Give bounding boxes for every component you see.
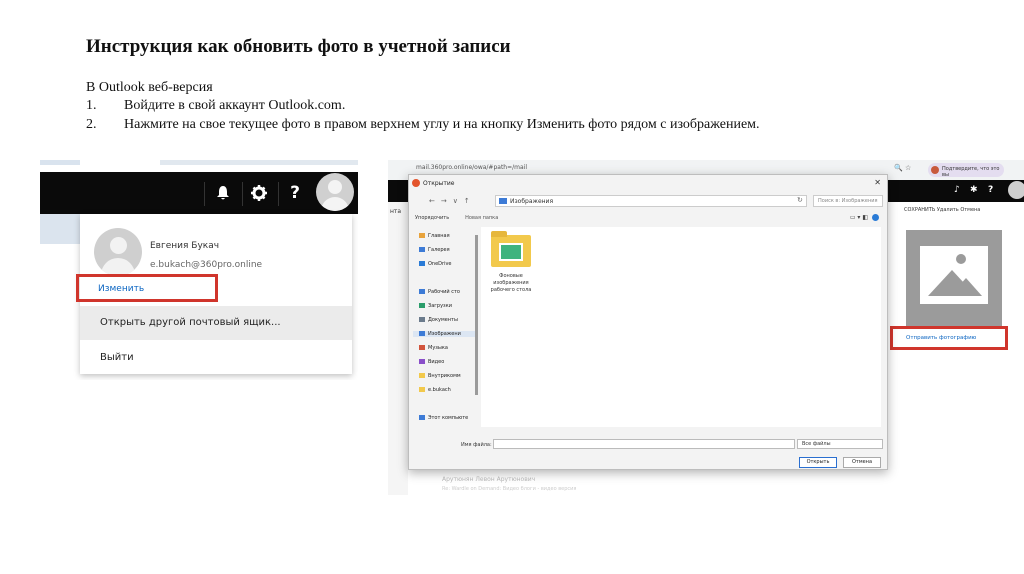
nav-item-home[interactable]: Главная [419, 233, 450, 239]
video-icon [419, 359, 425, 364]
outlook-menu-screenshot: ? Евгения Букач e.bukach@360pro.online И… [40, 160, 358, 380]
profile-icon [931, 166, 939, 174]
open-mailbox-item[interactable]: Открыть другой почтовый ящик... [80, 306, 352, 340]
outlook-topbar: ? [40, 172, 358, 214]
verify-badge[interactable]: Подтвердите, что это вы [928, 163, 1004, 178]
file-name-input[interactable] [493, 439, 795, 449]
open-file-dialog: Открытие ✕ ←→∨↑ Изображения ↻ Поиск в: И… [408, 174, 888, 470]
file-type-select[interactable]: Все файлы [797, 439, 883, 449]
desktop-icon [419, 289, 425, 294]
mountain-shape [950, 278, 982, 296]
step-number: 2. [86, 117, 97, 132]
new-folder-button[interactable]: Новая папка [465, 215, 498, 221]
home-icon [419, 233, 425, 238]
nav-item-this-pc[interactable]: Этот компьюте [419, 415, 468, 421]
step-2: 2. Нажмите на свое текущее фото в правом … [86, 117, 760, 133]
nav-item-music[interactable]: Музыка [419, 345, 448, 351]
folder-icon [499, 198, 507, 204]
help-icon[interactable]: ? [988, 185, 993, 195]
folder-thumbnail[interactable] [491, 231, 531, 267]
document-icon [419, 317, 425, 322]
view-options[interactable]: ▭ ▾ ◧ [850, 214, 879, 221]
address-bar[interactable]: mail.360pro.online/owa/#path=/mail [416, 164, 527, 171]
music-icon [419, 345, 425, 350]
gear-icon[interactable] [244, 178, 274, 208]
menu-item-label: Открыть другой почтовый ящик... [100, 317, 281, 328]
change-photo-link[interactable]: Изменить [98, 284, 144, 294]
open-button[interactable]: Открыть [799, 457, 837, 468]
folder-icon [419, 373, 425, 378]
user-email: e.bukach@360pro.online [150, 260, 263, 270]
help-icon[interactable] [872, 214, 879, 221]
edge-text: нта [390, 208, 402, 215]
send-photo-link[interactable]: Отправить фотографию [906, 335, 976, 341]
image-icon [419, 331, 425, 336]
background-message: Арутюнян Левон Арутюнович [442, 476, 536, 483]
bell-icon[interactable]: ♪ [954, 185, 960, 195]
image-icon [920, 246, 988, 304]
folder-icon [419, 387, 425, 392]
step-text: Войдите в свой аккаунт Outlook.com. [124, 98, 346, 113]
nav-item-folder[interactable]: Внутрикомм [419, 373, 461, 379]
refresh-icon[interactable]: ↻ [797, 196, 803, 204]
file-dialog-screenshot: mail.360pro.online/owa/#path=/mail 🔍 ☆ П… [388, 160, 1024, 495]
cancel-button[interactable]: Отмена [843, 457, 881, 468]
nav-item-pictures[interactable]: Изображени [413, 331, 477, 337]
photo-toolbar[interactable]: СОХРАНИТЬ Удалить Отмена [904, 207, 980, 213]
nav-arrows[interactable]: ←→∨↑ [429, 197, 476, 205]
path-label: Изображения [510, 198, 554, 205]
background-strip [40, 214, 80, 244]
light-strip [40, 160, 80, 165]
download-icon [419, 303, 425, 308]
folder-label: Фоновые изображения рабочего стола [490, 273, 532, 293]
divider [204, 182, 205, 206]
nav-item-video[interactable]: Видео [419, 359, 444, 365]
scrollbar[interactable] [475, 235, 478, 395]
file-list: Фоновые изображения рабочего стола [481, 227, 881, 427]
nav-item-downloads[interactable]: Загрузки [419, 303, 452, 309]
close-icon[interactable]: ✕ [874, 178, 881, 187]
dialog-title: Открытие [423, 180, 455, 187]
image-icon [499, 243, 523, 261]
divider [242, 182, 243, 206]
photo-placeholder [906, 230, 1002, 326]
search-input[interactable]: Поиск в: Изображения [813, 195, 883, 207]
verify-text: Подтвердите, что это вы [942, 166, 1000, 178]
light-strip [160, 160, 358, 165]
command-bar: Упорядочить Новая папка [415, 215, 498, 221]
path-bar[interactable]: Изображения [495, 195, 807, 207]
nav-item-gallery[interactable]: Галерея [419, 247, 450, 253]
step-number: 1. [86, 98, 97, 113]
nav-item-documents[interactable]: Документы [419, 317, 458, 323]
slide-title: Инструкция как обновить фото в учетной з… [86, 36, 511, 57]
chrome-icon [412, 179, 420, 187]
nav-item-desktop[interactable]: Рабочий сто [419, 289, 460, 295]
gear-icon[interactable]: ✱ [970, 185, 978, 195]
gallery-icon [419, 247, 425, 252]
step-text: Нажмите на свое текущее фото в правом ве… [124, 117, 760, 132]
navigation-pane: Главная Галерея OneDrive Рабочий сто Заг… [413, 227, 477, 427]
bell-icon[interactable] [208, 178, 238, 208]
browser-icons: 🔍 ☆ [894, 164, 912, 172]
sign-out-item[interactable]: Выйти [100, 352, 134, 363]
nav-item-onedrive[interactable]: OneDrive [419, 261, 452, 267]
file-name-label: Имя файла: [461, 442, 492, 448]
computer-icon [419, 415, 425, 420]
organize-button[interactable]: Упорядочить [415, 215, 449, 221]
sun-shape [956, 254, 966, 264]
avatar[interactable] [316, 173, 354, 211]
search-placeholder: Поиск в: Изображения [818, 198, 878, 204]
help-icon[interactable]: ? [280, 178, 310, 208]
profile-avatar [94, 228, 142, 276]
slide-intro: В Outlook веб-версия [86, 80, 213, 95]
avatar[interactable] [1008, 181, 1024, 199]
divider [278, 182, 279, 206]
background-sidebar: нта [388, 202, 408, 495]
account-dropdown: Евгения Букач e.bukach@360pro.online Изм… [76, 214, 352, 374]
step-1: 1. Войдите в свой аккаунт Outlook.com. [86, 98, 345, 114]
nav-item-user[interactable]: e.bukach [419, 387, 451, 393]
user-name: Евгения Букач [150, 241, 220, 251]
background-message: Re: Wardle on Demand: Видео блоги - виде… [442, 486, 577, 492]
cloud-icon [419, 261, 425, 266]
